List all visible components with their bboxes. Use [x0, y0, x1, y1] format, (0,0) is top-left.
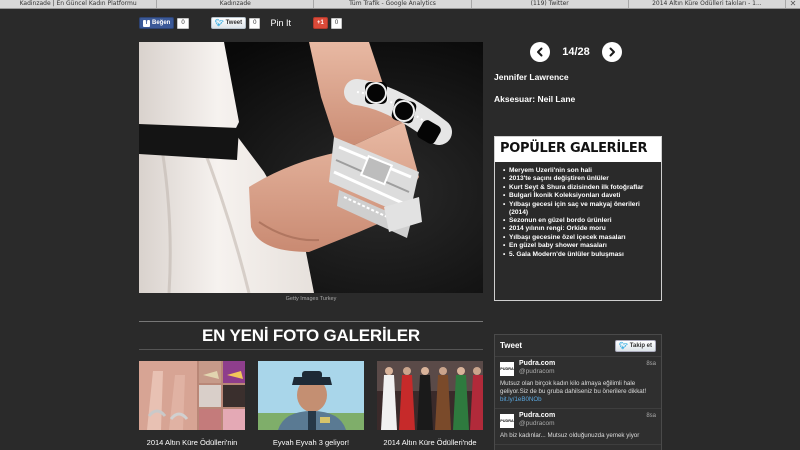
twitter-widget: Tweet 🐦︎ Takip et PUDRA Pudra.com @pudra… — [494, 334, 662, 450]
twitter-widget-title: Tweet — [500, 341, 523, 350]
previous-photo-button[interactable] — [530, 42, 550, 62]
gallery-thumbnail-title[interactable]: 2014 Altın Küre Ödülleri'nin — [137, 438, 247, 447]
google-plus-button[interactable]: +1 — [313, 17, 328, 29]
tweet-author-handle[interactable]: @pudracom — [519, 420, 656, 427]
red-carpet-image — [377, 361, 483, 430]
tweet-item[interactable]: PUDRA Pudra.com @pudracom 8sa Mutsuz ola… — [495, 357, 661, 409]
avatar[interactable]: PUDRA — [500, 414, 514, 428]
pin-it-button[interactable]: Pin It — [270, 18, 291, 28]
browser-tab[interactable]: Tüm Trafik - Google Analytics — [314, 0, 472, 8]
twitter-bird-icon: 🐦︎ — [214, 20, 224, 27]
browser-tab[interactable]: (119) Twitter — [472, 0, 629, 8]
shoes-collage-image — [139, 361, 245, 430]
popular-gallery-link[interactable]: 5. Gala Modern'de ünlüler buluşması — [503, 251, 655, 259]
social-share-bar: f Beğen 0 🐦︎ Tweet 0 Pin It +1 0 — [139, 16, 343, 30]
tweet-text: Mutsuz olan birçok kadın kilo almaya eği… — [500, 380, 656, 404]
browser-tab[interactable]: Kadinzade | En Güncel Kadın Platformu — [0, 0, 158, 8]
newest-galleries-title: EN YENİ FOTO GALERİLER — [202, 326, 420, 345]
popular-gallery-link[interactable]: Yılbaşı gecesi için saç ve makyaj öneril… — [503, 201, 655, 217]
popular-galleries-title: POPÜLER GALERİLER — [495, 137, 661, 162]
gallery-thumbnail-title[interactable]: 2014 Altın Küre Ödülleri'nde — [375, 438, 485, 447]
tweet-author-name[interactable]: Pudra.com — [519, 412, 656, 419]
tweet-body: Ah biz kadınlar... Mutsuz olduğunuzda ye… — [500, 432, 640, 439]
tweet-text: Ah biz kadınlar... Mutsuz olduğunuzda ye… — [500, 432, 656, 440]
tweet-button[interactable]: 🐦︎ Tweet — [210, 17, 247, 29]
twitter-bird-icon: 🐦︎ — [618, 342, 628, 350]
section-divider — [139, 349, 483, 350]
photo-counter: 14/28 — [562, 46, 590, 58]
tweet-timestamp[interactable]: 8sa — [646, 413, 656, 419]
tweet-body: Mutsuz olan birçok kadın kilo almaya eği… — [500, 380, 647, 395]
popular-gallery-link[interactable]: Bulgari İkonik Koleksiyonları daveti — [503, 192, 655, 200]
browser-tab[interactable]: 2014 Altın Küre Ödülleri takıları - 1... — [629, 0, 787, 8]
tweet-author-name[interactable]: Pudra.com — [519, 360, 656, 367]
next-photo-button[interactable] — [602, 42, 622, 62]
tweet-link[interactable]: bit.ly/1eB0NOb — [500, 396, 542, 403]
follow-button[interactable]: 🐦︎ Takip et — [614, 339, 656, 352]
popular-gallery-link[interactable]: Meryem Uzerli'nin son hali — [503, 167, 655, 175]
chevron-left-icon — [537, 47, 543, 57]
popular-gallery-link[interactable]: Sezonun en güzel bordo ürünleri — [503, 217, 655, 225]
google-plus-label: +1 — [317, 20, 324, 26]
bracelet-photo-image — [139, 42, 483, 293]
browser-tab-bar: Kadinzade | En Güncel Kadın Platformu Ka… — [0, 0, 800, 9]
popular-gallery-link[interactable]: 2013'te saçını değiştiren ünlüler — [503, 175, 655, 183]
twitter-widget-header: Tweet 🐦︎ Takip et — [495, 335, 661, 357]
popular-gallery-link[interactable]: En güzel baby shower masaları — [503, 242, 655, 250]
gallery-thumbnail[interactable] — [258, 361, 364, 430]
facebook-like-count: 0 — [177, 17, 189, 29]
popular-galleries-list: Meryem Uzerli'nin son hali 2013'te saçın… — [495, 162, 661, 259]
google-plus-count: 0 — [330, 17, 343, 29]
facebook-icon: f — [143, 19, 150, 27]
tweet-count: 0 — [249, 17, 261, 29]
browser-tab[interactable]: Kadınzade — [157, 0, 315, 8]
chevron-right-icon — [609, 47, 615, 57]
popular-gallery-link[interactable]: Kurt Seyt & Shura dizisinden ilk fotoğra… — [503, 184, 655, 192]
gallery-thumbnail-title[interactable]: Eyvah Eyvah 3 geliyor! — [256, 438, 366, 447]
facebook-like-button[interactable]: f Beğen — [139, 17, 175, 29]
gallery-thumbnail[interactable] — [377, 361, 483, 430]
facebook-like-label: Beğen — [152, 20, 171, 26]
tweet-timestamp[interactable]: 8sa — [646, 361, 656, 367]
section-divider — [139, 321, 483, 322]
tweet-label: Tweet — [225, 20, 243, 26]
popular-gallery-link[interactable]: Yılbaşı gecesine özel içecek masaları — [503, 234, 655, 242]
photo-caption: Getty Images Turkey — [285, 296, 337, 302]
celebrity-name: Jennifer Lawrence — [494, 72, 569, 82]
popular-gallery-link[interactable]: 2014 yılının rengi: Orkide moru — [503, 225, 655, 233]
close-icon[interactable]: ✕ — [786, 0, 800, 8]
tweet-item[interactable]: PUDRA Pudra.com @pudracom 8sa Ah biz kad… — [495, 409, 661, 445]
popular-galleries-box: POPÜLER GALERİLER Meryem Uzerli'nin son … — [494, 136, 662, 301]
tweet-author-handle[interactable]: @pudracom — [519, 368, 656, 375]
gallery-pager: 14/28 — [530, 41, 622, 63]
gallery-thumbnail[interactable] — [139, 361, 245, 430]
follow-label: Takip et — [629, 342, 652, 349]
avatar[interactable]: PUDRA — [500, 362, 514, 376]
gallery-photo[interactable] — [139, 42, 483, 293]
security-guard-image — [258, 361, 364, 430]
accessory-credit: Aksesuar: Neil Lane — [494, 94, 576, 104]
